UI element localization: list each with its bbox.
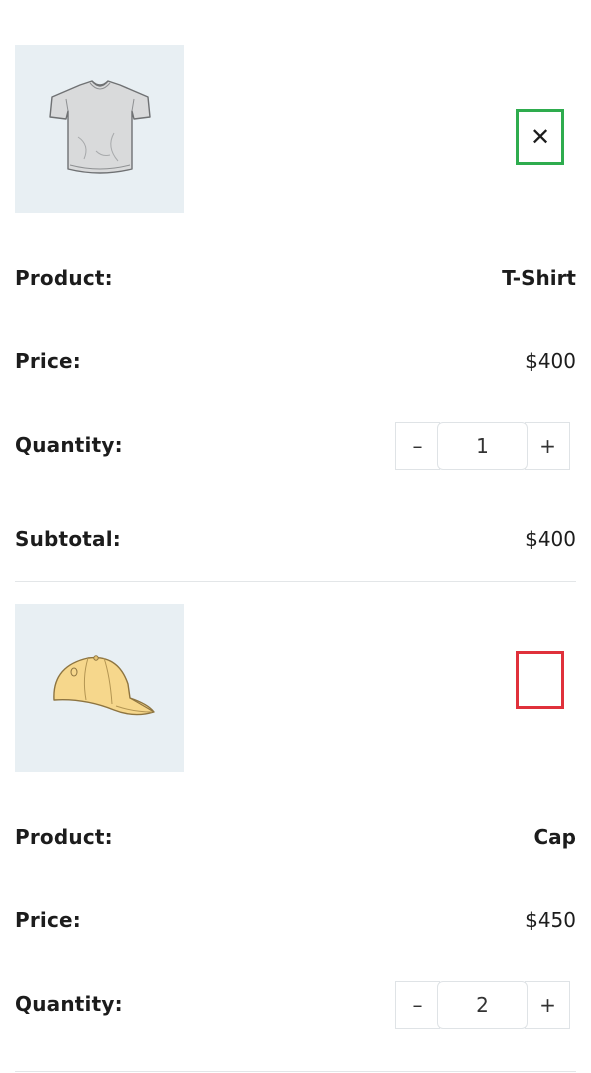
- quantity-stepper: – +: [395, 981, 576, 1029]
- price-row: Price: $400: [15, 346, 576, 376]
- subtotal-row: Subtotal: $400: [15, 524, 576, 554]
- decrease-quantity-button[interactable]: –: [395, 422, 440, 470]
- price-label: Price:: [15, 908, 81, 932]
- product-row: Product: Cap: [15, 822, 576, 852]
- price-label: Price:: [15, 349, 81, 373]
- quantity-row: Quantity: – +: [15, 981, 576, 1029]
- subtotal-value: $400: [525, 527, 576, 551]
- cart-item: ✕ Product: T-Shirt Price: $400 Quantity:…: [15, 45, 576, 582]
- product-label: Product:: [15, 266, 113, 290]
- subtotal-label: Subtotal:: [15, 527, 121, 551]
- close-icon: ✕: [529, 123, 551, 151]
- product-row: Product: T-Shirt: [15, 263, 576, 293]
- quantity-input[interactable]: [437, 981, 528, 1029]
- price-value: $450: [525, 908, 576, 932]
- quantity-stepper: – +: [395, 422, 576, 470]
- decrease-quantity-button[interactable]: –: [395, 981, 440, 1029]
- quantity-row: Quantity: – +: [15, 422, 576, 470]
- increase-quantity-button[interactable]: +: [525, 422, 570, 470]
- product-name: Cap: [533, 825, 577, 849]
- quantity-label: Quantity:: [15, 433, 123, 457]
- product-image: [15, 45, 184, 213]
- cart-item: Product: Cap Price: $450 Quantity: – +: [15, 604, 576, 1072]
- t-shirt-icon: [48, 80, 151, 174]
- increase-quantity-button[interactable]: +: [525, 981, 570, 1029]
- quantity-input[interactable]: [437, 422, 528, 470]
- remove-item-button[interactable]: [516, 651, 564, 709]
- product-name: T-Shirt: [502, 266, 576, 290]
- product-label: Product:: [15, 825, 113, 849]
- remove-item-button[interactable]: ✕: [516, 109, 564, 165]
- cap-icon: [52, 655, 155, 716]
- quantity-label: Quantity:: [15, 992, 123, 1016]
- price-row: Price: $450: [15, 905, 576, 935]
- price-value: $400: [525, 349, 576, 373]
- product-image: [15, 604, 184, 772]
